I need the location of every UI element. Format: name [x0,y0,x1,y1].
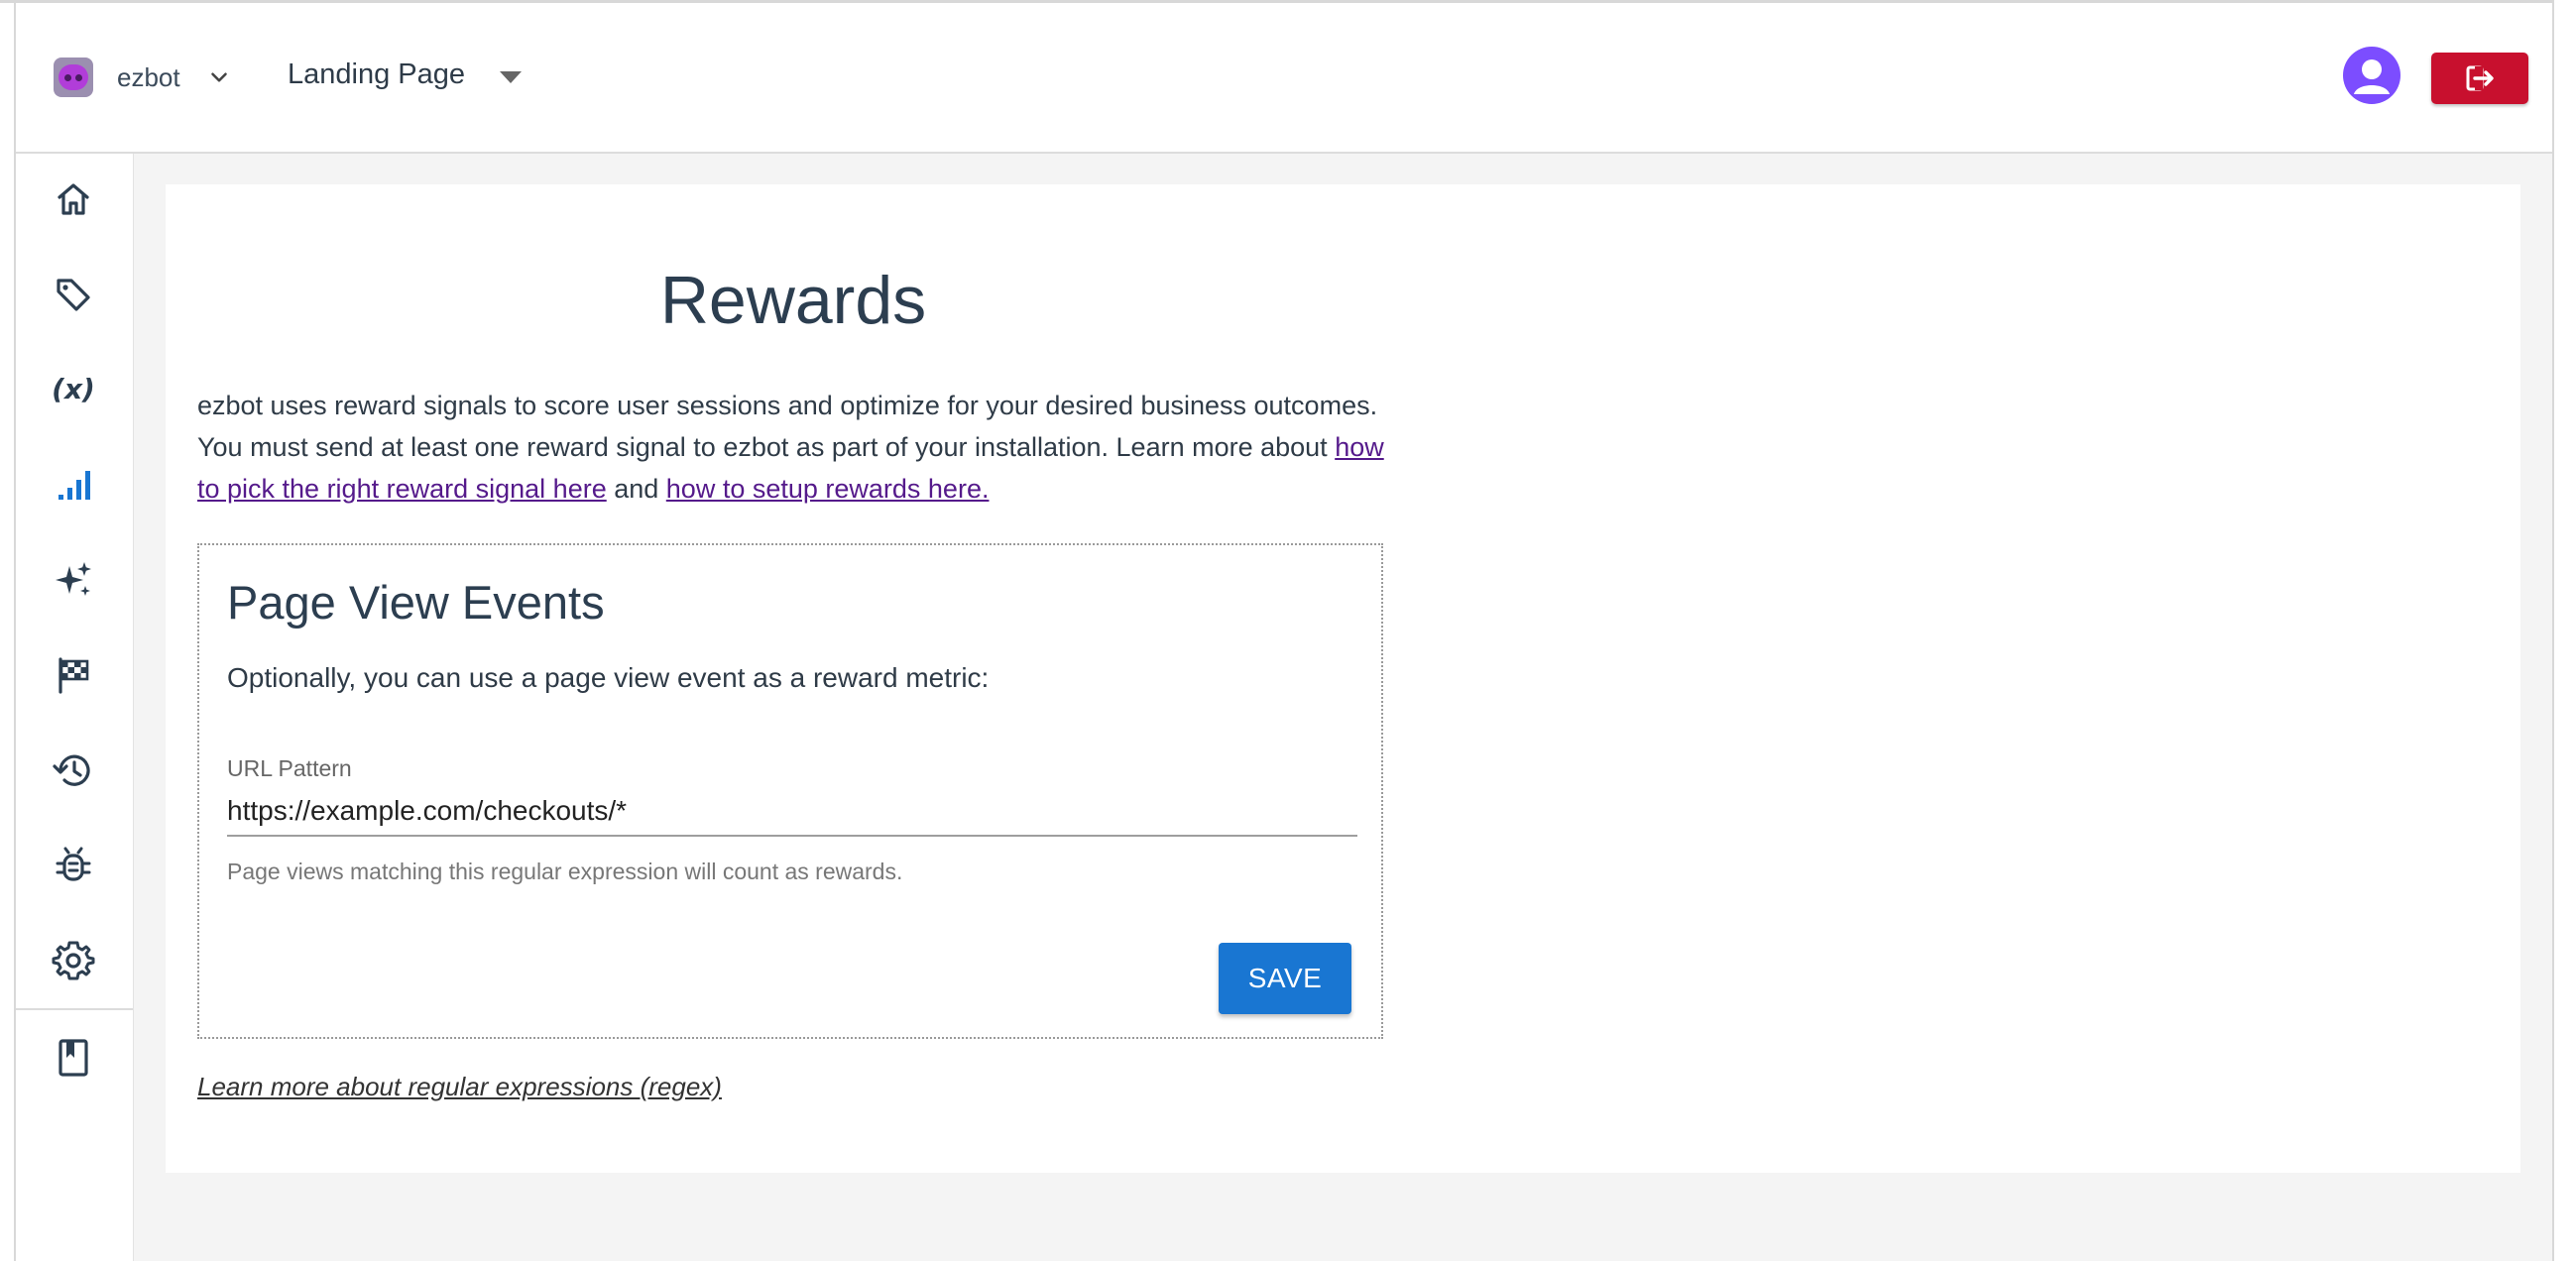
history-icon[interactable] [50,746,97,794]
svg-text:(x): (x) [52,373,95,405]
tag-icon[interactable] [50,271,97,318]
page-view-events-title: Page View Events [227,576,605,629]
top-header: ezbot Landing Page [16,3,2552,154]
intro-paragraph: ezbot uses reward signals to score user … [197,391,1384,504]
url-pattern-label: URL Pattern [227,755,352,781]
book-icon[interactable] [50,1034,97,1082]
url-pattern-input[interactable] [227,787,1357,837]
save-button[interactable]: SAVE [1219,943,1351,1014]
app-window: ezbot Landing Page (x) Rewards ezbot use… [0,0,2576,1261]
home-icon[interactable] [50,175,97,223]
variables-icon[interactable]: (x) [50,366,97,413]
page-view-events-panel: Page View Events Optionally, you can use… [197,543,1383,1039]
flag-icon[interactable] [50,651,97,699]
page-title: Rewards [659,263,927,338]
gear-icon[interactable] [50,937,97,984]
page-view-events-description: Optionally, you can use a page view even… [227,662,990,693]
logout-icon [2466,65,2494,91]
window-right-border [2552,0,2554,1261]
bug-icon[interactable] [50,842,97,889]
sidebar: (x) [16,154,134,1261]
page-selector[interactable]: Landing Page [288,58,465,91]
caret-down-icon[interactable] [500,71,522,83]
chevron-down-icon[interactable] [206,64,232,90]
analytics-icon[interactable] [50,461,97,509]
org-logo-icon[interactable] [54,57,93,97]
regex-help-link[interactable]: Learn more about regular expressions (re… [197,1072,722,1102]
sparkle-icon[interactable] [50,556,97,604]
rewards-card: Rewards ezbot uses reward signals to sco… [166,184,2520,1173]
sidebar-divider [16,1008,133,1010]
window-right-gutter [2554,0,2576,1261]
setup-rewards-link[interactable]: how to setup rewards here. [666,474,990,504]
org-name[interactable]: ezbot [117,62,180,93]
logout-button[interactable] [2431,53,2528,104]
url-pattern-hint: Page views matching this regular express… [227,859,903,884]
user-icon [2354,59,2390,94]
user-avatar[interactable] [2343,47,2400,104]
